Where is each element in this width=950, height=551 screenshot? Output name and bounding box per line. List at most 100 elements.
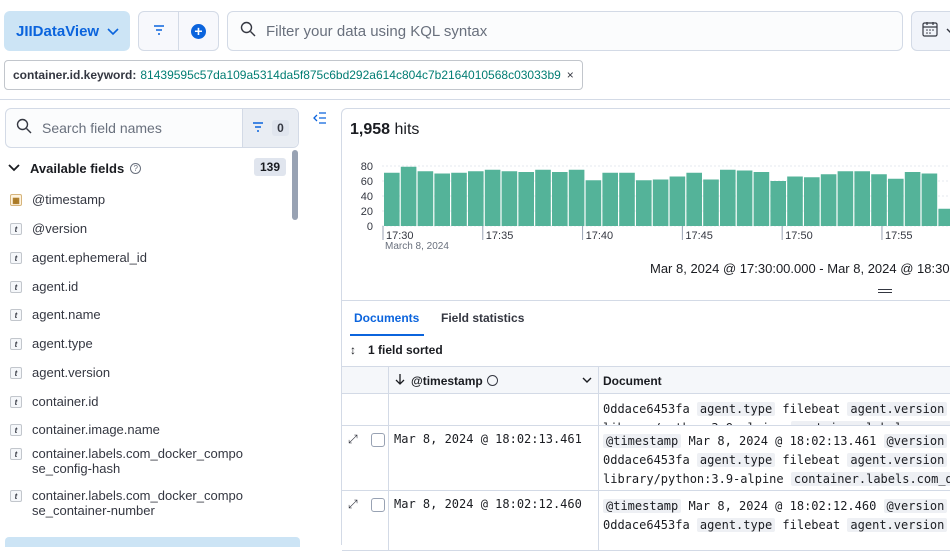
sidebar-scrollbar[interactable] (292, 150, 298, 220)
hits-count: 1,958 hits (350, 121, 419, 139)
field-item[interactable]: t agent.ephemeral_id (10, 250, 245, 265)
field-key: @version (883, 434, 948, 448)
column-header-timestamp-label: @timestamp (411, 373, 483, 388)
bar (888, 178, 904, 226)
plus-icon: + (191, 23, 206, 39)
filter-count: 0 (272, 120, 289, 136)
date-picker-button[interactable] (911, 11, 950, 51)
data-view-selector[interactable]: JIIDataView (4, 11, 130, 51)
field-item[interactable]: t container.image.name (10, 422, 245, 437)
filter-options-button[interactable] (139, 12, 179, 50)
time-range-text: Mar 8, 2024 @ 17:30:00.000 - Mar 8, 2024… (650, 261, 950, 276)
x-tick-label: 17:45 (685, 230, 713, 242)
search-icon (240, 21, 256, 41)
x-tick-label: 17:35 (486, 230, 514, 242)
field-key: agent.type (696, 518, 776, 532)
column-header-document[interactable]: Document (599, 367, 950, 394)
document-cell: 0ddace6453fa agent.type filebeat agent.v… (599, 394, 950, 425)
add-filter-button[interactable]: + (179, 12, 218, 50)
string-type-icon: t (10, 223, 22, 235)
field-type-filter-button[interactable]: 0 (242, 109, 298, 147)
field-name: agent.name (32, 307, 101, 322)
field-item[interactable]: t container.labels.com_docker_compose_con… (10, 446, 245, 476)
field-value: 0ddace6453fa (603, 402, 697, 416)
tab-field-statistics[interactable]: Field statistics (441, 311, 524, 325)
bar (484, 169, 501, 226)
field-value: 0ddace6453fa (603, 518, 697, 532)
tab-documents[interactable]: Documents (354, 311, 419, 325)
column-header-timestamp[interactable]: @timestamp (389, 367, 599, 394)
field-item[interactable]: t agent.id (10, 279, 245, 294)
kql-query-input[interactable] (266, 22, 866, 40)
bar (384, 172, 400, 226)
string-type-icon: t (10, 281, 22, 293)
y-tick-label: 40 (361, 191, 373, 203)
sort-icon: ↕ (350, 343, 356, 357)
column-header-document-label: Document (603, 373, 662, 388)
field-item[interactable]: t container.labels.com_docker_compose_con… (10, 488, 245, 518)
field-item[interactable]: ▦ @timestamp (10, 192, 245, 207)
field-value: filebeat (775, 453, 848, 467)
table-row[interactable]: 0ddace6453fa agent.type filebeat agent.v… (342, 394, 950, 426)
field-search-input[interactable] (42, 120, 222, 136)
row-checkbox[interactable] (371, 433, 385, 447)
bar (804, 177, 820, 226)
remove-filter-icon[interactable]: × (567, 68, 574, 82)
kql-search-bar (227, 11, 903, 51)
document-line: 0ddace6453fa agent.type filebeat agent.v… (603, 516, 950, 535)
available-fields-count: 139 (254, 158, 287, 176)
field-item[interactable]: t agent.type (10, 336, 245, 351)
string-type-icon: t (10, 448, 22, 460)
resize-handle[interactable] (878, 289, 892, 293)
field-name: container.labels.com_docker_compose_cont… (32, 488, 244, 518)
document-line: 0ddace6453fa agent.type filebeat agent.v… (603, 400, 950, 419)
field-name: @version (32, 221, 88, 236)
bar (652, 179, 669, 226)
table-row[interactable]: ⤢ Mar 8, 2024 @ 18:02:12.460 @timestamp Ma… (342, 491, 950, 551)
bar (787, 176, 803, 226)
bar (837, 171, 854, 226)
field-value: library/python:3.9-alpine (603, 472, 791, 486)
help-icon[interactable]: ? (130, 162, 142, 174)
collapse-sidebar-icon[interactable] (313, 111, 327, 127)
y-tick-label: 60 (361, 176, 373, 188)
bar (568, 169, 585, 226)
hits-number: 1,958 (350, 121, 391, 138)
bar (770, 181, 786, 226)
filter-key: container.id.keyword: (13, 68, 137, 82)
field-item[interactable]: t agent.version (10, 365, 245, 380)
field-item[interactable]: t @version (10, 221, 245, 236)
table-row[interactable]: ⤢ Mar 8, 2024 @ 18:02:13.461 @timestamp Ma… (342, 426, 950, 491)
document-line: @timestamp Mar 8, 2024 @ 18:02:12.460 @v… (603, 497, 950, 516)
field-value: Mar 8, 2024 @ 18:02:13.461 (681, 434, 884, 448)
expand-icon[interactable]: ⤢ (348, 497, 358, 512)
field-item[interactable]: t agent.name (10, 307, 245, 322)
row-controls: ⤢ (342, 426, 389, 490)
filter-icon (252, 121, 264, 135)
field-value: filebeat (775, 518, 848, 532)
available-fields-toggle[interactable]: Available fields ? (8, 158, 288, 178)
sorted-label: 1 field sorted (368, 343, 443, 357)
chevron-down-icon (8, 161, 20, 175)
row-checkbox[interactable] (371, 498, 385, 512)
timestamp-cell (389, 394, 599, 425)
bar (921, 173, 938, 226)
field-name: agent.version (32, 365, 111, 380)
field-name: agent.id (32, 279, 79, 294)
sort-indicator-button[interactable]: ↕ 1 field sorted (350, 343, 443, 357)
bar (468, 171, 484, 226)
field-sidebar: 0 Available fields ? 139 ▦ @timestamp t @ve… (0, 100, 310, 547)
field-key: @timestamp (603, 499, 682, 513)
chevron-down-icon[interactable] (582, 375, 592, 387)
filter-pill[interactable]: container.id.keyword: 81439595c57da109a5… (4, 60, 583, 90)
document-line: 0ddace6453fa agent.type filebeat agent.v… (603, 451, 950, 470)
main-panel: 1,958 hits 0 20 40 60 80 17:30 17:35 17:40 17:45… (341, 108, 950, 551)
bar (417, 171, 434, 226)
calendar-icon (922, 21, 938, 42)
field-item[interactable]: t container.id (10, 394, 245, 409)
search-icon (16, 118, 32, 139)
field-value: Mar 8, 2024 @ 18:02:12.460 (681, 499, 884, 513)
document-cell: @timestamp Mar 8, 2024 @ 18:02:13.461 @v… (599, 426, 950, 490)
string-type-icon: t (10, 252, 22, 264)
expand-icon[interactable]: ⤢ (348, 432, 358, 447)
